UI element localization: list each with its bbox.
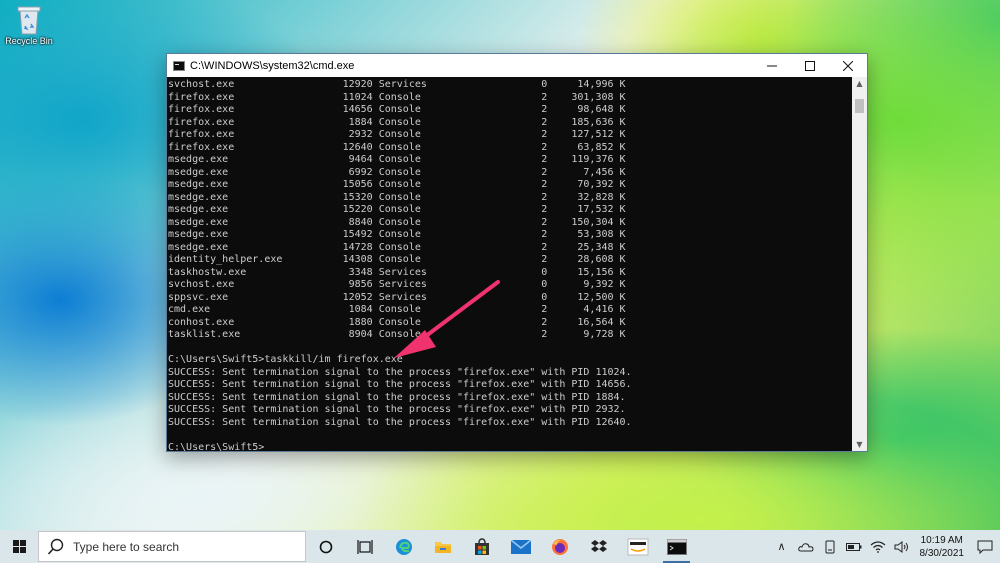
vertical-scrollbar[interactable]: ▲ ▼ [852, 77, 867, 451]
amazon-button[interactable] [618, 530, 657, 563]
device-icon[interactable] [818, 530, 842, 563]
notification-center-button[interactable] [970, 530, 1000, 563]
cmd-icon [173, 60, 185, 71]
console-line: firefox.exe 2932 Console 2 127,512 K [168, 129, 626, 140]
console-line: firefox.exe 11024 Console 2 301,308 K [168, 91, 626, 103]
battery-icon[interactable] [842, 530, 866, 563]
task-view-icon [356, 539, 373, 554]
console-line: SUCCESS: Sent termination signal to the … [168, 379, 632, 390]
windows-logo-icon [12, 540, 26, 553]
clock-date: 8/30/2021 [919, 547, 965, 559]
console-line: SUCCESS: Sent termination signal to the … [168, 416, 632, 428]
close-button[interactable] [829, 54, 867, 77]
minimize-icon [767, 65, 777, 66]
maximize-button[interactable] [791, 54, 829, 77]
console-line: tasklist.exe 8904 Console 2 9,728 K [168, 329, 626, 340]
console-line: msedge.exe 14728 Console 2 25,348 K [168, 241, 626, 253]
recycle-bin-icon [16, 4, 42, 35]
onedrive-icon[interactable] [794, 530, 818, 563]
recycle-bin-shortcut[interactable]: Recycle Bin [4, 4, 54, 46]
console-line: SUCCESS: Sent termination signal to the … [168, 366, 632, 378]
file-explorer-icon [434, 541, 451, 553]
wifi-icon[interactable] [866, 530, 890, 563]
notification-icon [977, 540, 993, 554]
cmd-taskbar-button[interactable] [657, 530, 696, 563]
start-button[interactable] [0, 530, 38, 563]
show-hidden-icons-chevron-icon[interactable]: ∧ [770, 530, 794, 563]
dropbox-button[interactable] [579, 530, 618, 563]
console-line: identity_helper.exe 14308 Console 2 28,6… [168, 254, 626, 265]
console-line: SUCCESS: Sent termination signal to the … [168, 404, 626, 415]
console-line: firefox.exe 1884 Console 2 185,636 K [168, 116, 626, 128]
taskbar: ∧ 10:19 AM 8/30/2021 [0, 530, 1000, 563]
taskbar-search[interactable] [38, 531, 306, 562]
cortana-button[interactable] [306, 530, 345, 563]
console-line: msedge.exe 9464 Console 2 119,376 K [168, 154, 626, 165]
scroll-thumb[interactable] [855, 99, 864, 113]
console-line: msedge.exe 15492 Console 2 53,308 K [168, 229, 626, 240]
store-icon [474, 537, 489, 555]
firefox-button[interactable] [540, 530, 579, 563]
file-explorer-button[interactable] [423, 530, 462, 563]
console-line: firefox.exe 14656 Console 2 98,648 K [168, 104, 626, 115]
title-bar[interactable]: C:\WINDOWS\system32\cmd.exe [167, 54, 867, 77]
minimize-button[interactable] [753, 54, 791, 77]
system-tray: ∧ 10:19 AM 8/30/2021 [770, 530, 1000, 563]
recycle-bin-label: Recycle Bin [5, 36, 53, 46]
search-icon [47, 538, 65, 556]
console-line: msedge.exe 8840 Console 2 150,304 K [168, 216, 626, 228]
edge-button[interactable] [384, 530, 423, 563]
cortana-icon [319, 540, 332, 553]
window-title: C:\WINDOWS\system32\cmd.exe [190, 59, 355, 72]
console-line: C:\Users\Swift5>taskkill/im firefox.exe [168, 354, 403, 365]
console-line: sppsvc.exe 12052 Services 0 12,500 K [168, 291, 626, 303]
volume-icon[interactable] [890, 530, 914, 563]
console-line: C:\Users\Swift5> [168, 441, 265, 452]
console-line: msedge.exe 15220 Console 2 17,532 K [168, 204, 626, 215]
clock-time: 10:19 AM [920, 534, 963, 546]
dropbox-icon [590, 539, 607, 552]
console-line: cmd.exe 1084 Console 2 4,416 K [168, 304, 626, 315]
task-view-button[interactable] [345, 530, 384, 563]
console-line: msedge.exe 15320 Console 2 32,828 K [168, 191, 626, 203]
search-input[interactable] [73, 539, 273, 554]
cmd-window[interactable]: C:\WINDOWS\system32\cmd.exe svchost.exe … [166, 53, 868, 452]
store-button[interactable] [462, 530, 501, 563]
console-output[interactable]: svchost.exe 12920 Services 0 14,996 Kfir… [167, 77, 854, 451]
edge-icon [395, 538, 412, 555]
mail-icon [510, 539, 531, 554]
amazon-icon [627, 538, 648, 555]
console-line: SUCCESS: Sent termination signal to the … [168, 391, 626, 403]
maximize-icon [805, 60, 815, 71]
console-line: conhost.exe 1880 Console 2 16,564 K [168, 316, 626, 328]
mail-button[interactable] [501, 530, 540, 563]
taskbar-clock[interactable]: 10:19 AM 8/30/2021 [914, 534, 971, 560]
scroll-down-arrow-icon[interactable]: ▼ [852, 438, 867, 451]
close-icon [843, 60, 853, 71]
console-line: msedge.exe 15056 Console 2 70,392 K [168, 179, 626, 190]
firefox-icon [551, 538, 568, 555]
console-line: svchost.exe 9856 Services 0 9,392 K [168, 279, 626, 290]
scroll-up-arrow-icon[interactable]: ▲ [852, 77, 867, 90]
console-line: taskhostw.exe 3348 Services 0 15,156 K [168, 266, 626, 278]
console-line: msedge.exe 6992 Console 2 7,456 K [168, 166, 626, 178]
cmd-icon [666, 538, 687, 555]
console-line: svchost.exe 12920 Services 0 14,996 K [168, 79, 626, 90]
console-line: firefox.exe 12640 Console 2 63,852 K [168, 141, 626, 153]
